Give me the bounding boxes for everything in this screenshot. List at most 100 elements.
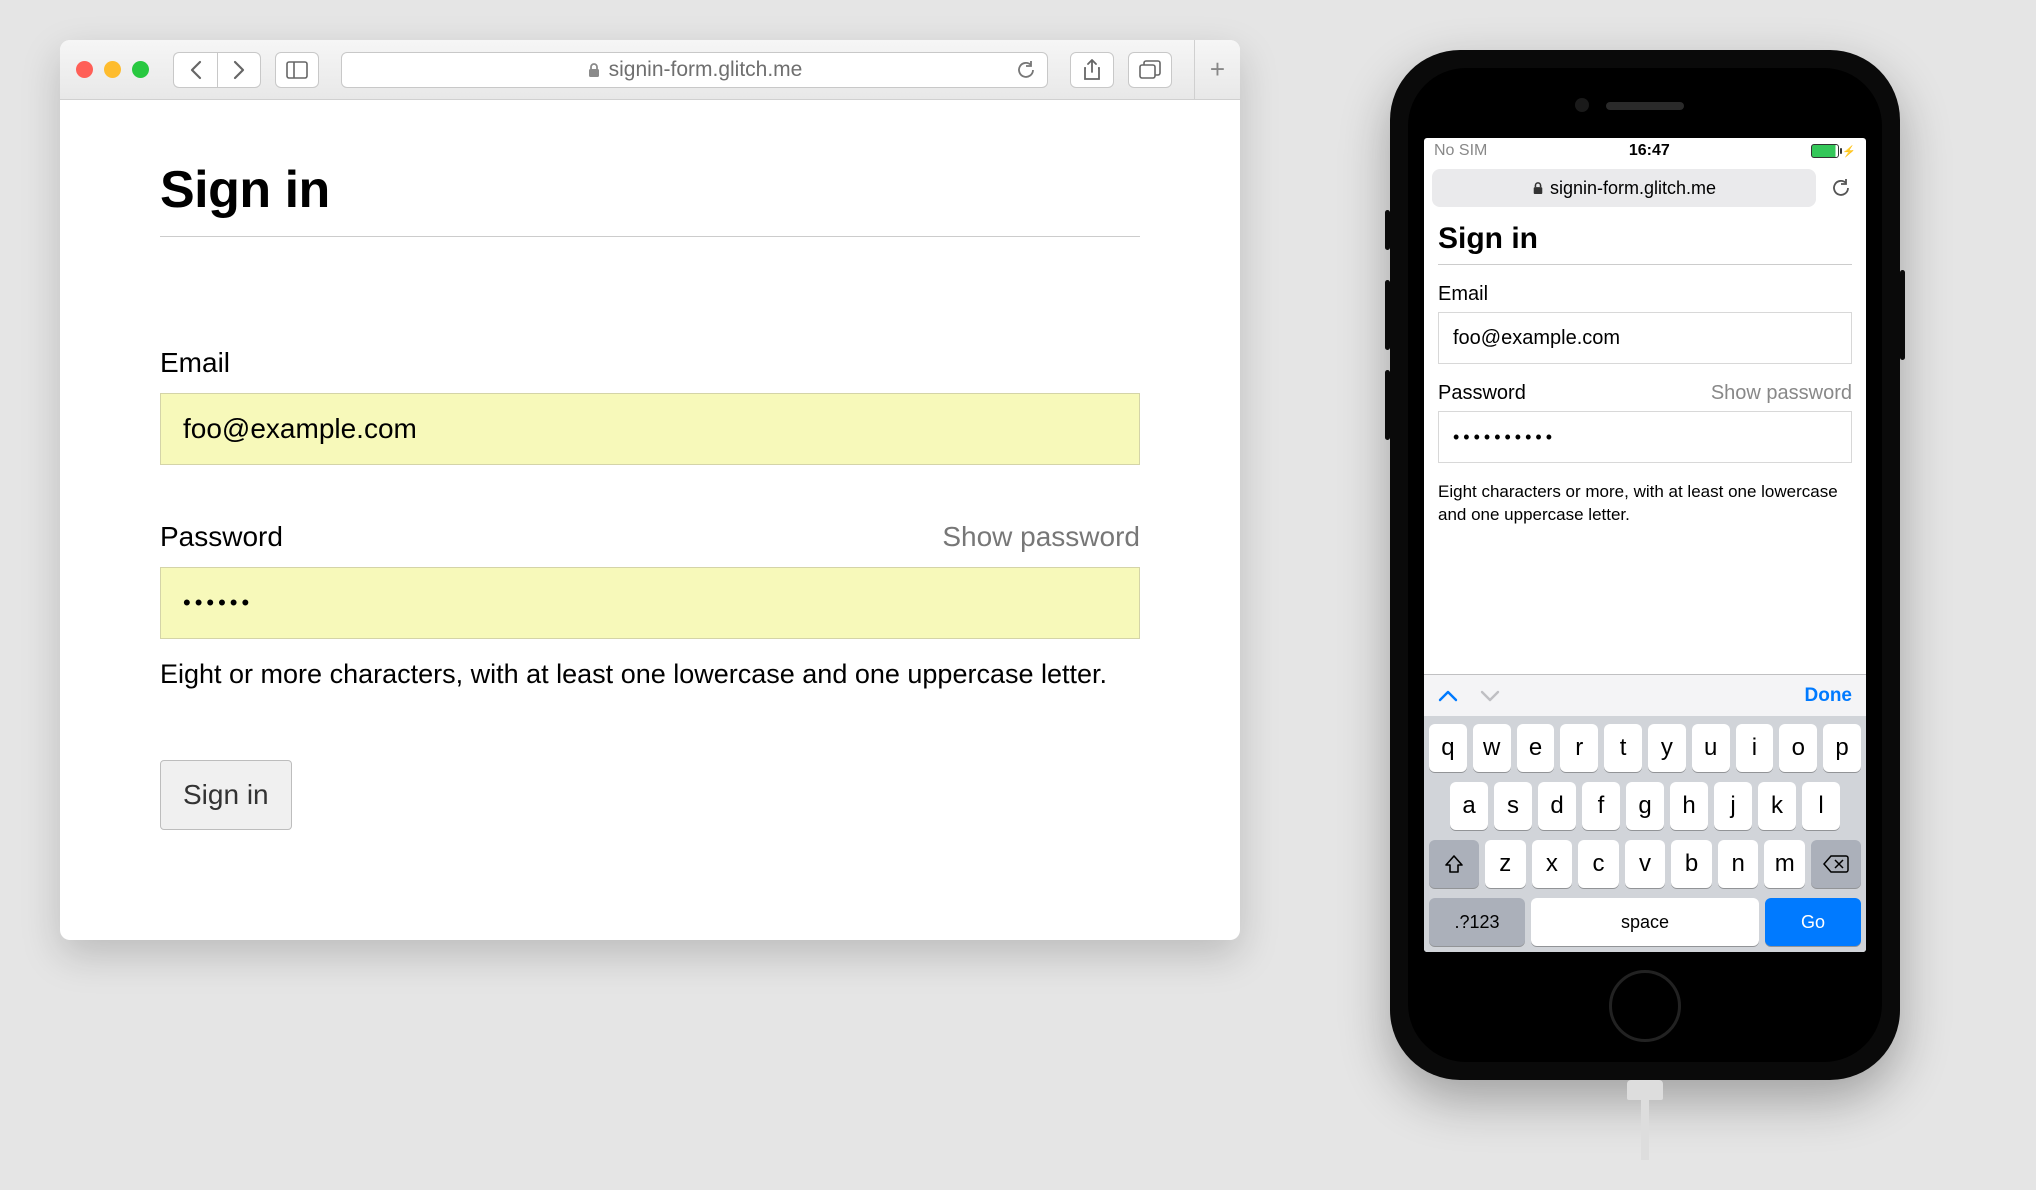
key-b[interactable]: b	[1671, 840, 1712, 888]
key-i[interactable]: i	[1736, 724, 1774, 772]
page-title: Sign in	[160, 160, 1140, 220]
key-j[interactable]: j	[1714, 782, 1752, 830]
clock-label: 16:47	[1629, 142, 1670, 160]
keyboard-row-4: .?123 space Go	[1429, 898, 1861, 946]
home-button[interactable]	[1609, 970, 1681, 1042]
window-controls	[76, 61, 149, 78]
key-k[interactable]: k	[1758, 782, 1796, 830]
key-y[interactable]: y	[1648, 724, 1686, 772]
key-u[interactable]: u	[1692, 724, 1730, 772]
key-n[interactable]: n	[1718, 840, 1759, 888]
signin-button[interactable]: Sign in	[160, 760, 292, 830]
mobile-email-input[interactable]	[1438, 312, 1852, 364]
mobile-reload-button[interactable]	[1824, 179, 1858, 197]
key-z[interactable]: z	[1485, 840, 1526, 888]
space-key[interactable]: space	[1531, 898, 1759, 946]
share-icon	[1083, 59, 1101, 81]
sidebar-toggle-button[interactable]	[275, 52, 319, 88]
address-bar-text: signin-form.glitch.me	[609, 58, 803, 82]
tabs-icon	[1139, 60, 1161, 80]
maximize-window-button[interactable]	[132, 61, 149, 78]
on-screen-keyboard: qwertyuiop asdfghjkl zxcvbnm .?123 space…	[1424, 716, 1866, 952]
backspace-icon	[1823, 854, 1849, 874]
email-label: Email	[160, 347, 230, 379]
key-x[interactable]: x	[1532, 840, 1573, 888]
carrier-label: No SIM	[1434, 142, 1487, 160]
key-v[interactable]: v	[1625, 840, 1666, 888]
page-content: Sign in Email Password Show password Eig…	[60, 100, 1240, 940]
go-key[interactable]: Go	[1765, 898, 1861, 946]
speaker-grille	[1606, 102, 1684, 110]
shift-key[interactable]	[1429, 840, 1479, 888]
mobile-address-bar[interactable]: signin-form.glitch.me	[1432, 169, 1816, 207]
email-input[interactable]	[160, 393, 1140, 465]
mobile-show-password-toggle[interactable]: Show password	[1711, 382, 1852, 405]
forward-button[interactable]	[217, 52, 261, 88]
back-button[interactable]	[173, 52, 217, 88]
mobile-email-label: Email	[1438, 283, 1488, 306]
safari-toolbar: signin-form.glitch.me +	[60, 40, 1240, 100]
iphone-device: No SIM 16:47 ⚡ signin-form.glitch.me Sig…	[1390, 50, 1900, 1080]
chevron-down-icon	[1480, 689, 1500, 703]
key-l[interactable]: l	[1802, 782, 1840, 830]
tabs-button[interactable]	[1128, 52, 1172, 88]
key-s[interactable]: s	[1494, 782, 1532, 830]
key-g[interactable]: g	[1626, 782, 1664, 830]
mobile-password-hint: Eight characters or more, with at least …	[1438, 481, 1852, 527]
mobile-page-title: Sign in	[1438, 222, 1852, 256]
key-p[interactable]: p	[1823, 724, 1861, 772]
share-button[interactable]	[1070, 52, 1114, 88]
close-window-button[interactable]	[76, 61, 93, 78]
password-field-group: Password Show password Eight or more cha…	[160, 521, 1140, 690]
title-divider	[160, 236, 1140, 237]
key-r[interactable]: r	[1560, 724, 1598, 772]
mobile-url-row: signin-form.glitch.me	[1424, 164, 1866, 212]
chevron-left-icon	[189, 60, 203, 80]
iphone-screen: No SIM 16:47 ⚡ signin-form.glitch.me Sig…	[1424, 138, 1866, 952]
email-field-group: Email	[160, 347, 1140, 465]
shift-icon	[1444, 854, 1464, 874]
key-o[interactable]: o	[1779, 724, 1817, 772]
key-w[interactable]: w	[1473, 724, 1511, 772]
key-e[interactable]: e	[1517, 724, 1555, 772]
backspace-key[interactable]	[1811, 840, 1861, 888]
mute-switch	[1385, 210, 1390, 250]
show-password-toggle[interactable]: Show password	[942, 521, 1140, 553]
volume-down-button	[1385, 370, 1390, 440]
key-a[interactable]: a	[1450, 782, 1488, 830]
keyboard-row-1: qwertyuiop	[1429, 724, 1861, 772]
key-q[interactable]: q	[1429, 724, 1467, 772]
password-input[interactable]	[160, 567, 1140, 639]
status-bar: No SIM 16:47 ⚡	[1424, 138, 1866, 164]
battery-icon	[1811, 144, 1839, 158]
power-button	[1900, 270, 1905, 360]
new-tab-button[interactable]: +	[1194, 40, 1240, 99]
chevron-up-icon	[1438, 689, 1458, 703]
reload-button[interactable]	[1017, 61, 1035, 79]
battery-indicator: ⚡	[1811, 144, 1856, 158]
keyboard-row-2: asdfghjkl	[1429, 782, 1861, 830]
key-f[interactable]: f	[1582, 782, 1620, 830]
minimize-window-button[interactable]	[104, 61, 121, 78]
keyboard-row-3: zxcvbnm	[1429, 840, 1861, 888]
address-bar[interactable]: signin-form.glitch.me	[341, 52, 1048, 88]
lightning-cable	[1627, 1080, 1663, 1160]
keyboard-accessory-bar: Done	[1424, 674, 1866, 716]
keyboard-done-button[interactable]: Done	[1805, 685, 1853, 707]
plus-icon: +	[1210, 54, 1225, 85]
numbers-key[interactable]: .?123	[1429, 898, 1525, 946]
lock-icon	[1532, 181, 1544, 195]
reload-icon	[1832, 179, 1850, 197]
key-m[interactable]: m	[1764, 840, 1805, 888]
key-h[interactable]: h	[1670, 782, 1708, 830]
next-field-button[interactable]	[1480, 689, 1500, 703]
mobile-password-input[interactable]	[1438, 411, 1852, 463]
key-c[interactable]: c	[1578, 840, 1619, 888]
previous-field-button[interactable]	[1438, 689, 1458, 703]
mobile-password-label: Password	[1438, 382, 1526, 405]
mobile-title-divider	[1438, 264, 1852, 265]
sidebar-icon	[286, 61, 308, 79]
mobile-page-content: Sign in Email Password Show password Eig…	[1424, 212, 1866, 674]
key-d[interactable]: d	[1538, 782, 1576, 830]
key-t[interactable]: t	[1604, 724, 1642, 772]
